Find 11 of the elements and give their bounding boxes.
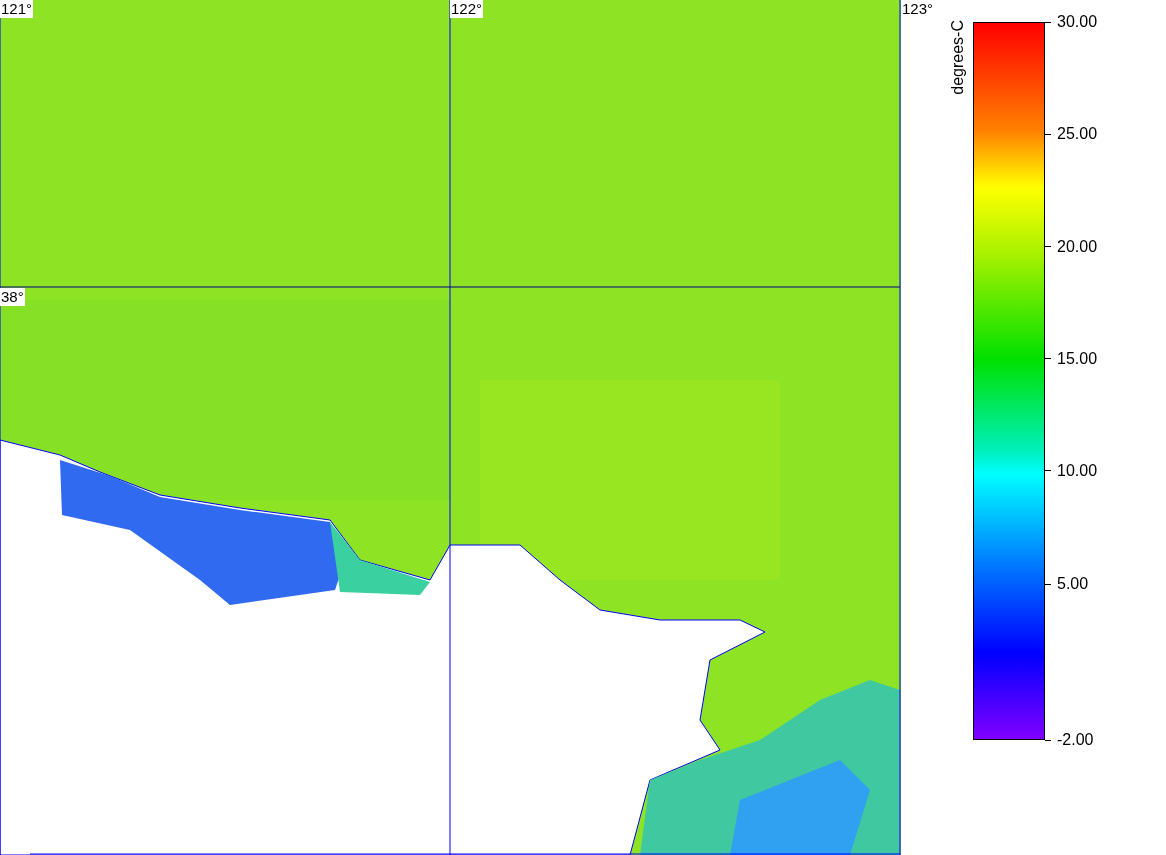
longitude-label: 122° <box>450 0 484 18</box>
colorbar-tick-label: 10.00 <box>1057 460 1098 481</box>
colorbar-tick-label: 5.00 <box>1057 574 1089 595</box>
colorbar-tick-label: 30.00 <box>1057 12 1098 32</box>
colorbar-tick-label: 25.00 <box>1057 124 1098 144</box>
longitude-label: 121° <box>0 0 34 18</box>
colorbar-tick-label: 20.00 <box>1057 236 1098 257</box>
colorbar-tick-label: -2.00 <box>1057 730 1094 750</box>
latitude-label: 38° <box>0 288 25 306</box>
colorbar-tick-label: 15.00 <box>1057 348 1098 369</box>
colorbar-title: degrees-C <box>948 20 967 95</box>
